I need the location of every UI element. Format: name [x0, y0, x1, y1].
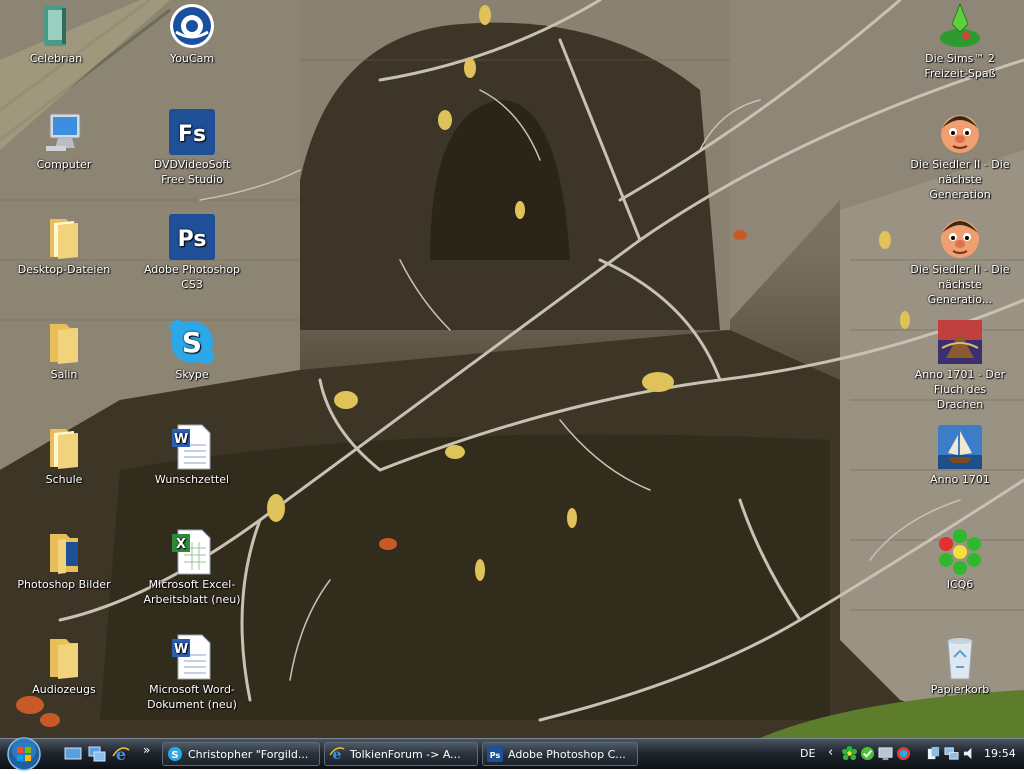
excel-document-icon: X [168, 528, 216, 576]
desktop-icon-audiozeugs[interactable]: Audiozeugs [14, 633, 114, 697]
svg-text:S: S [182, 326, 202, 359]
network-icon[interactable] [944, 746, 959, 764]
desktop-icon-photoshop-bilder[interactable]: Photoshop Bilder [14, 528, 114, 592]
svg-text:Ps: Ps [490, 751, 501, 760]
icon-label: Salin [50, 368, 78, 381]
youcam-icon [168, 2, 216, 50]
sims-icon [936, 2, 984, 50]
icon-label: Microsoft Excel-Arbeitsblatt (neu) [143, 578, 241, 606]
desktop-icon-wunschzettel[interactable]: W Wunschzettel [142, 423, 242, 487]
folder-icon [40, 423, 88, 471]
photoshop-icon: Ps [487, 746, 503, 762]
siedler-icon [936, 108, 984, 156]
desktop-icon-sims2[interactable]: Die Sims™ 2 Freizeit-Spaß [910, 2, 1010, 81]
icon-label: Schule [45, 473, 83, 486]
desktop-icon-dvdvideosoft[interactable]: Fs DVDVideoSoft Free Studio [142, 108, 242, 187]
icon-label: Computer [36, 158, 92, 171]
icon-label: Microsoft Word-Dokument (neu) [147, 683, 237, 711]
computer-icon [40, 108, 88, 156]
folder-icon [40, 528, 88, 576]
desktop-icon-computer[interactable]: Computer [14, 108, 114, 172]
tray-expand-chevron[interactable]: ‹ [828, 745, 833, 760]
icon-label: Die Siedler II - Die nächste Generatio..… [910, 263, 1010, 306]
icon-label: Audiozeugs [32, 683, 96, 696]
task-label: Adobe Photoshop C... [508, 747, 626, 761]
fs-icon: Fs [168, 108, 216, 156]
start-button[interactable] [4, 735, 44, 771]
desktop-icon-salin[interactable]: Salin [14, 318, 114, 382]
desktop-icon-desktop-dateien[interactable]: Desktop-Dateien [14, 213, 114, 277]
desktop-icon-anno1701[interactable]: Anno 1701 [910, 423, 1010, 487]
icon-label: Photoshop Bilder [17, 578, 111, 591]
task-label: Christopher "Forgild... [188, 747, 309, 761]
photoshop-icon: Ps [168, 213, 216, 261]
system-tray: DE ‹ 19:54 [786, 739, 1024, 769]
desktop-icon-photoshop[interactable]: Ps Adobe Photoshop CS3 [142, 213, 242, 292]
taskbar-button-photoshop[interactable]: Ps Adobe Photoshop C... [482, 742, 638, 766]
anno-ship-icon [936, 423, 984, 471]
recycle-bin-icon [936, 633, 984, 681]
monitor-icon[interactable] [878, 746, 893, 764]
taskbar: e » S Christopher "Forgild... e TolkienF… [0, 735, 1024, 771]
desktop-icon-recycle-bin[interactable]: Papierkorb [910, 633, 1010, 697]
folder-icon [40, 633, 88, 681]
svg-text:W: W [174, 642, 188, 657]
application-book-icon [32, 2, 80, 50]
notification-icon[interactable] [926, 746, 941, 764]
clock[interactable]: 19:54 [984, 747, 1016, 760]
folder-icon [40, 318, 88, 366]
task-label: TolkienForum -> A... [350, 747, 461, 761]
icq-flower-icon [936, 528, 984, 576]
desktop-icon-celebrian[interactable]: Celebrian [6, 2, 106, 66]
icon-label: Desktop-Dateien [17, 263, 111, 276]
desktop-icon-siedler2-b[interactable]: Die Siedler II - Die nächste Generatio..… [910, 213, 1010, 307]
word-document-icon: W [168, 633, 216, 681]
siedler-icon [936, 213, 984, 261]
desktop-icon-word-new[interactable]: W Microsoft Word-Dokument (neu) [142, 633, 242, 712]
icon-label: ICQ6 [946, 578, 974, 591]
desktop-icon-siedler2[interactable]: Die Siedler II - Die nächste Generation [910, 108, 1010, 202]
icon-label: Die Siedler II - Die nächste Generation [910, 158, 1010, 201]
svg-text:Fs: Fs [178, 122, 206, 147]
windows-orb-icon [7, 737, 41, 771]
skype-icon: S [168, 318, 216, 366]
desktop-icon-anno-fluch[interactable]: Anno 1701 - Der Fluch des Drachen [910, 318, 1010, 412]
skype-icon: S [167, 746, 183, 762]
folder-icon [40, 213, 88, 261]
icon-label: Skype [175, 368, 209, 381]
icon-label: Die Sims™ 2 Freizeit-Spaß [924, 52, 996, 80]
svg-text:X: X [176, 537, 186, 552]
app-tray-icon[interactable] [896, 746, 911, 764]
volume-icon[interactable] [962, 746, 977, 764]
green-check-icon[interactable] [860, 746, 875, 764]
icon-label: Papierkorb [930, 683, 990, 696]
anno-dragon-icon [936, 318, 984, 366]
quicklaunch-overflow-chevron[interactable]: » [143, 743, 161, 759]
switch-windows-icon[interactable] [88, 746, 106, 762]
svg-text:W: W [174, 432, 188, 447]
icon-label: Adobe Photoshop CS3 [143, 263, 241, 291]
icon-label: DVDVideoSoft Free Studio [153, 158, 231, 186]
icon-label: Anno 1701 [930, 473, 990, 486]
taskbar-button-tolkienforum[interactable]: e TolkienForum -> A... [324, 742, 478, 766]
icon-label: YouCam [169, 52, 215, 65]
desktop-icon-youcam[interactable]: YouCam [142, 2, 242, 66]
show-desktop-icon[interactable] [64, 746, 82, 762]
taskbar-button-skype-chat[interactable]: S Christopher "Forgild... [162, 742, 320, 766]
internet-explorer-icon: e [329, 746, 345, 763]
svg-text:Ps: Ps [178, 227, 207, 252]
desktop-icon-skype[interactable]: S Skype [142, 318, 242, 382]
desktop-icon-schule[interactable]: Schule [14, 423, 114, 487]
language-indicator[interactable]: DE [800, 747, 815, 760]
desktop-icon-icq6[interactable]: ICQ6 [910, 528, 1010, 592]
icon-label: Celebrian [29, 52, 83, 65]
desktop-icon-excel-new[interactable]: X Microsoft Excel-Arbeitsblatt (neu) [142, 528, 242, 607]
svg-text:S: S [171, 750, 178, 761]
internet-explorer-icon[interactable]: e [112, 745, 130, 764]
icon-label: Wunschzettel [154, 473, 230, 486]
icq-flower-icon[interactable] [842, 746, 857, 764]
word-document-icon: W [168, 423, 216, 471]
icon-label: Anno 1701 - Der Fluch des Drachen [914, 368, 1006, 411]
